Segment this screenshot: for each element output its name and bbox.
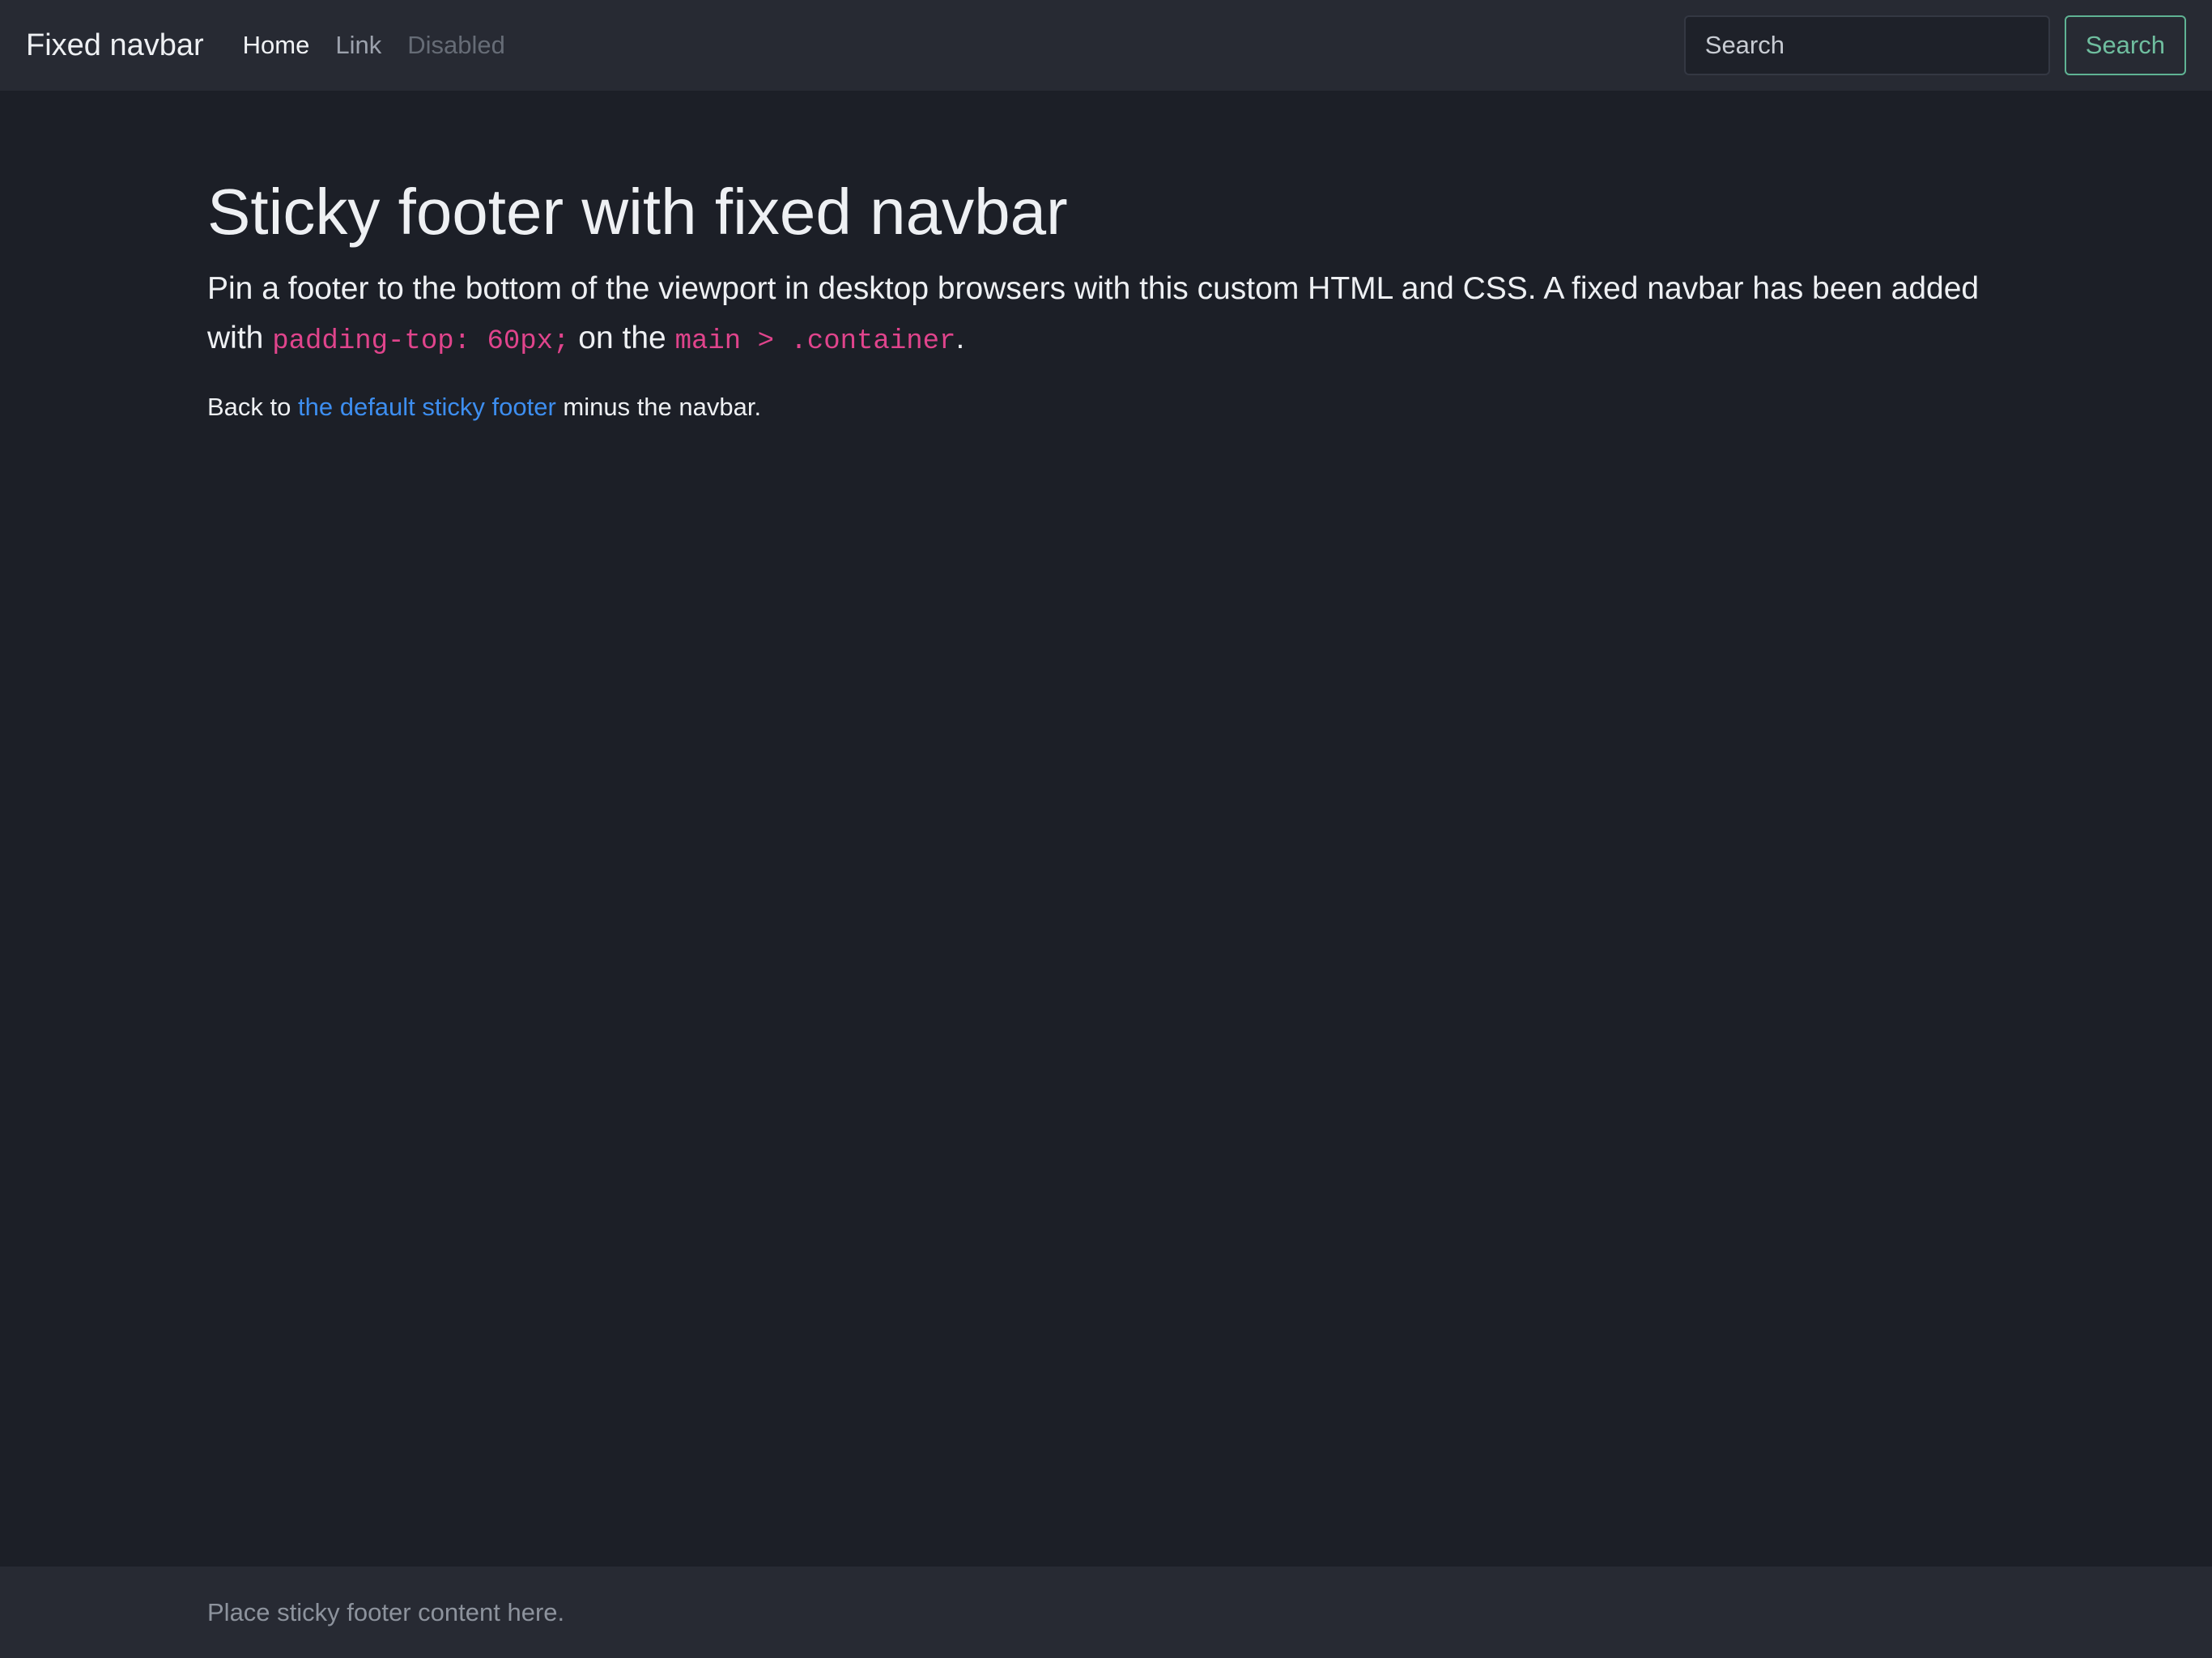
- page-title: Sticky footer with fixed navbar: [207, 176, 1068, 248]
- lead-text-3: .: [955, 321, 965, 355]
- back-paragraph: Back to the default sticky footer minus …: [207, 393, 2005, 422]
- navbar-brand[interactable]: Fixed navbar: [26, 28, 204, 63]
- back-suffix: minus the navbar.: [555, 393, 762, 421]
- back-prefix: Back to: [207, 393, 298, 421]
- footer-text: Place sticky footer content here.: [207, 1597, 565, 1626]
- sticky-footer: Place sticky footer content here.: [0, 1567, 2212, 1658]
- lead-text-2: on the: [569, 321, 675, 355]
- lead-paragraph: Pin a footer to the bottom of the viewpo…: [207, 264, 2005, 367]
- main-container: Sticky footer with fixed navbar Pin a fo…: [207, 91, 2005, 422]
- nav-link-link[interactable]: Link: [335, 31, 381, 60]
- nav-links: Home Link Disabled: [243, 31, 505, 60]
- code-main-container: main > .container: [674, 326, 956, 357]
- search-input[interactable]: [1683, 15, 2050, 75]
- code-padding-top: padding-top: 60px;: [272, 326, 570, 357]
- nav-link-disabled: Disabled: [407, 31, 505, 59]
- default-sticky-footer-link[interactable]: the default sticky footer: [298, 393, 556, 421]
- nav-link-home[interactable]: Home: [243, 31, 310, 60]
- search-button[interactable]: Search: [2064, 15, 2186, 75]
- search-form: Search: [1683, 15, 2186, 75]
- navbar: Fixed navbar Home Link Disabled Search: [0, 0, 2212, 91]
